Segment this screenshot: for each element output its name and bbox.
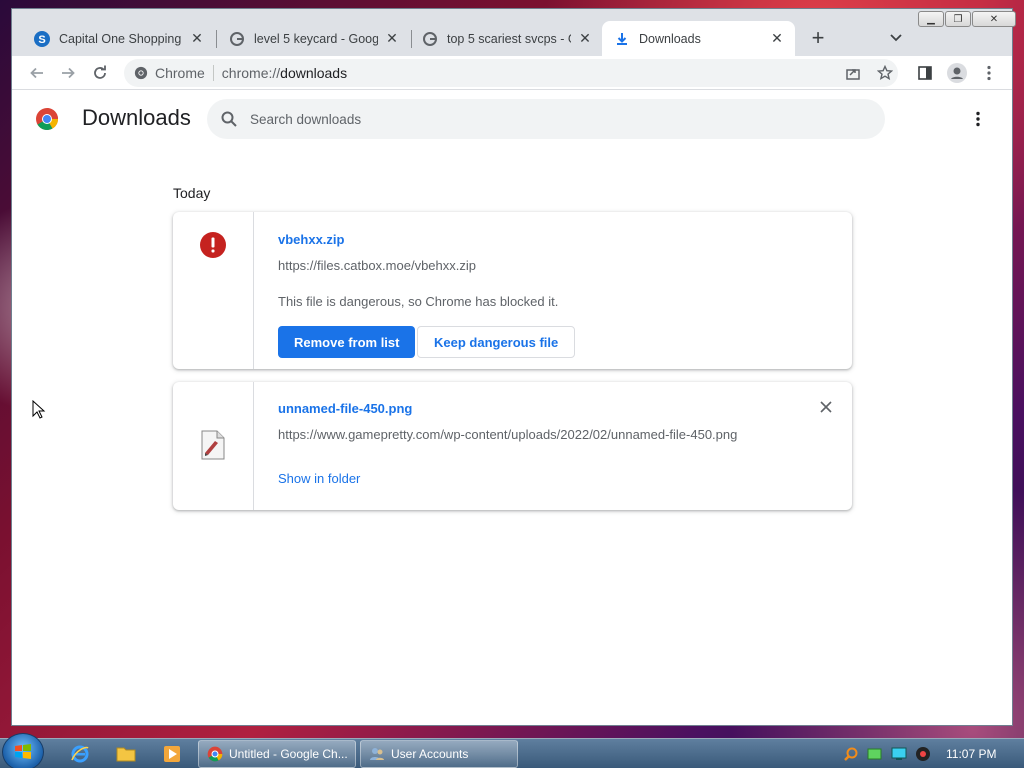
- tab-title: top 5 scariest svcps - Go: [447, 31, 571, 46]
- file-url[interactable]: https://www.gamepretty.com/wp-content/up…: [278, 427, 737, 442]
- back-arrow-icon[interactable]: [25, 61, 49, 85]
- new-tab-button[interactable]: +: [806, 25, 830, 50]
- address-bar[interactable]: Chrome chrome://downloads: [124, 59, 898, 87]
- profile-avatar-icon[interactable]: [945, 61, 969, 85]
- remove-item-close-icon[interactable]: [817, 398, 835, 416]
- tab-downloads[interactable]: Downloads ✕: [602, 21, 795, 56]
- tray-network-icon[interactable]: [890, 745, 908, 763]
- file-icon-column: [173, 212, 254, 369]
- tab-close-icon[interactable]: ✕: [577, 30, 593, 47]
- site-info[interactable]: Chrome: [124, 65, 205, 81]
- file-name-link[interactable]: unnamed-file-450.png: [278, 401, 412, 416]
- tab-title: Capital One Shopping: [59, 31, 182, 46]
- chrome-icon: [134, 66, 148, 80]
- show-in-folder-link[interactable]: Show in folder: [278, 471, 360, 486]
- mouse-cursor-icon: [32, 400, 46, 419]
- taskbar-clock: 11:07 PM: [946, 747, 997, 761]
- tab-title: Downloads: [639, 31, 701, 46]
- file-icon-column: [173, 382, 254, 510]
- internet-explorer-icon[interactable]: [62, 742, 98, 766]
- file-name-link[interactable]: vbehxx.zip: [278, 232, 344, 247]
- file-explorer-icon[interactable]: [108, 742, 144, 766]
- url-prefix: chrome://: [221, 65, 281, 81]
- tab-strip: S Capital One Shopping ✕ level 5 keycard…: [12, 9, 1016, 56]
- minimize-button[interactable]: ▁: [918, 11, 944, 27]
- keep-dangerous-file-button[interactable]: Keep dangerous file: [417, 326, 576, 358]
- bookmark-star-icon[interactable]: [873, 61, 897, 85]
- url-path: downloads: [280, 65, 348, 81]
- downloads-page: Downloads Today vbehxx.zip https://files…: [12, 91, 1012, 725]
- download-item-dangerous: vbehxx.zip https://files.catbox.moe/vbeh…: [173, 212, 852, 369]
- omnibox-separator: [212, 65, 214, 81]
- taskbar-task-label: User Accounts: [391, 747, 469, 761]
- danger-icon: [200, 232, 226, 258]
- tab-scariest-svcps[interactable]: top 5 scariest svcps - Go ✕: [410, 21, 603, 56]
- chrome-window: S Capital One Shopping ✕ level 5 keycard…: [11, 8, 1016, 726]
- tab-search-chevron-icon[interactable]: [884, 26, 908, 50]
- site-label: Chrome: [155, 65, 205, 81]
- taskbar-user-accounts-task[interactable]: User Accounts: [360, 740, 518, 768]
- tab-level-5-keycard[interactable]: level 5 keycard - Google ✕: [217, 21, 410, 56]
- date-heading: Today: [173, 185, 211, 201]
- close-window-button[interactable]: ✕: [972, 11, 1016, 27]
- google-icon: [229, 31, 245, 47]
- tray-volume-icon[interactable]: [914, 745, 932, 763]
- download-item-image: unnamed-file-450.png https://www.gamepre…: [173, 382, 852, 510]
- tray-battery-icon[interactable]: [866, 745, 884, 763]
- browser-toolbar: Chrome chrome://downloads: [12, 56, 1012, 90]
- more-actions-icon[interactable]: [966, 107, 990, 131]
- media-player-icon[interactable]: [154, 742, 190, 766]
- capital-one-icon: S: [34, 30, 50, 47]
- start-button[interactable]: [2, 733, 44, 768]
- side-panel-icon[interactable]: [913, 61, 937, 85]
- taskbar-task-label: Untitled - Google Ch...: [229, 747, 348, 761]
- danger-description: This file is dangerous, so Chrome has bl…: [278, 294, 559, 309]
- chrome-logo-icon: [207, 746, 223, 762]
- tab-title: level 5 keycard - Google: [254, 31, 378, 46]
- windows-logo-icon: [15, 744, 31, 759]
- user-accounts-icon: [370, 748, 384, 760]
- page-header: Downloads: [12, 91, 1012, 147]
- search-icon: [221, 111, 237, 127]
- file-url[interactable]: https://files.catbox.moe/vbehxx.zip: [278, 258, 476, 273]
- forward-arrow-icon[interactable]: [56, 61, 80, 85]
- tray-search-icon[interactable]: [842, 745, 860, 763]
- share-icon[interactable]: [841, 61, 865, 85]
- tab-close-icon[interactable]: ✕: [769, 30, 785, 47]
- browser-menu-icon[interactable]: [977, 61, 1001, 85]
- window-controls: ▁ ❐ ✕: [917, 11, 1016, 29]
- remove-from-list-button[interactable]: Remove from list: [278, 326, 416, 358]
- search-input[interactable]: [250, 111, 850, 127]
- tab-capital-one[interactable]: S Capital One Shopping ✕: [22, 21, 215, 56]
- svg-text:S: S: [38, 34, 45, 46]
- download-icon: [614, 31, 630, 47]
- chrome-logo-icon: [36, 108, 58, 130]
- taskbar: Untitled - Google Ch... User Accounts 11…: [0, 733, 1024, 768]
- reload-icon[interactable]: [88, 61, 112, 85]
- taskbar-chrome-task[interactable]: Untitled - Google Ch...: [198, 740, 356, 768]
- restore-button[interactable]: ❐: [945, 11, 971, 27]
- search-box[interactable]: [207, 99, 885, 139]
- page-title: Downloads: [82, 105, 191, 130]
- tab-close-icon[interactable]: ✕: [384, 30, 400, 47]
- image-file-icon: [201, 430, 225, 460]
- tab-close-icon[interactable]: ✕: [189, 30, 205, 47]
- google-icon: [422, 31, 438, 47]
